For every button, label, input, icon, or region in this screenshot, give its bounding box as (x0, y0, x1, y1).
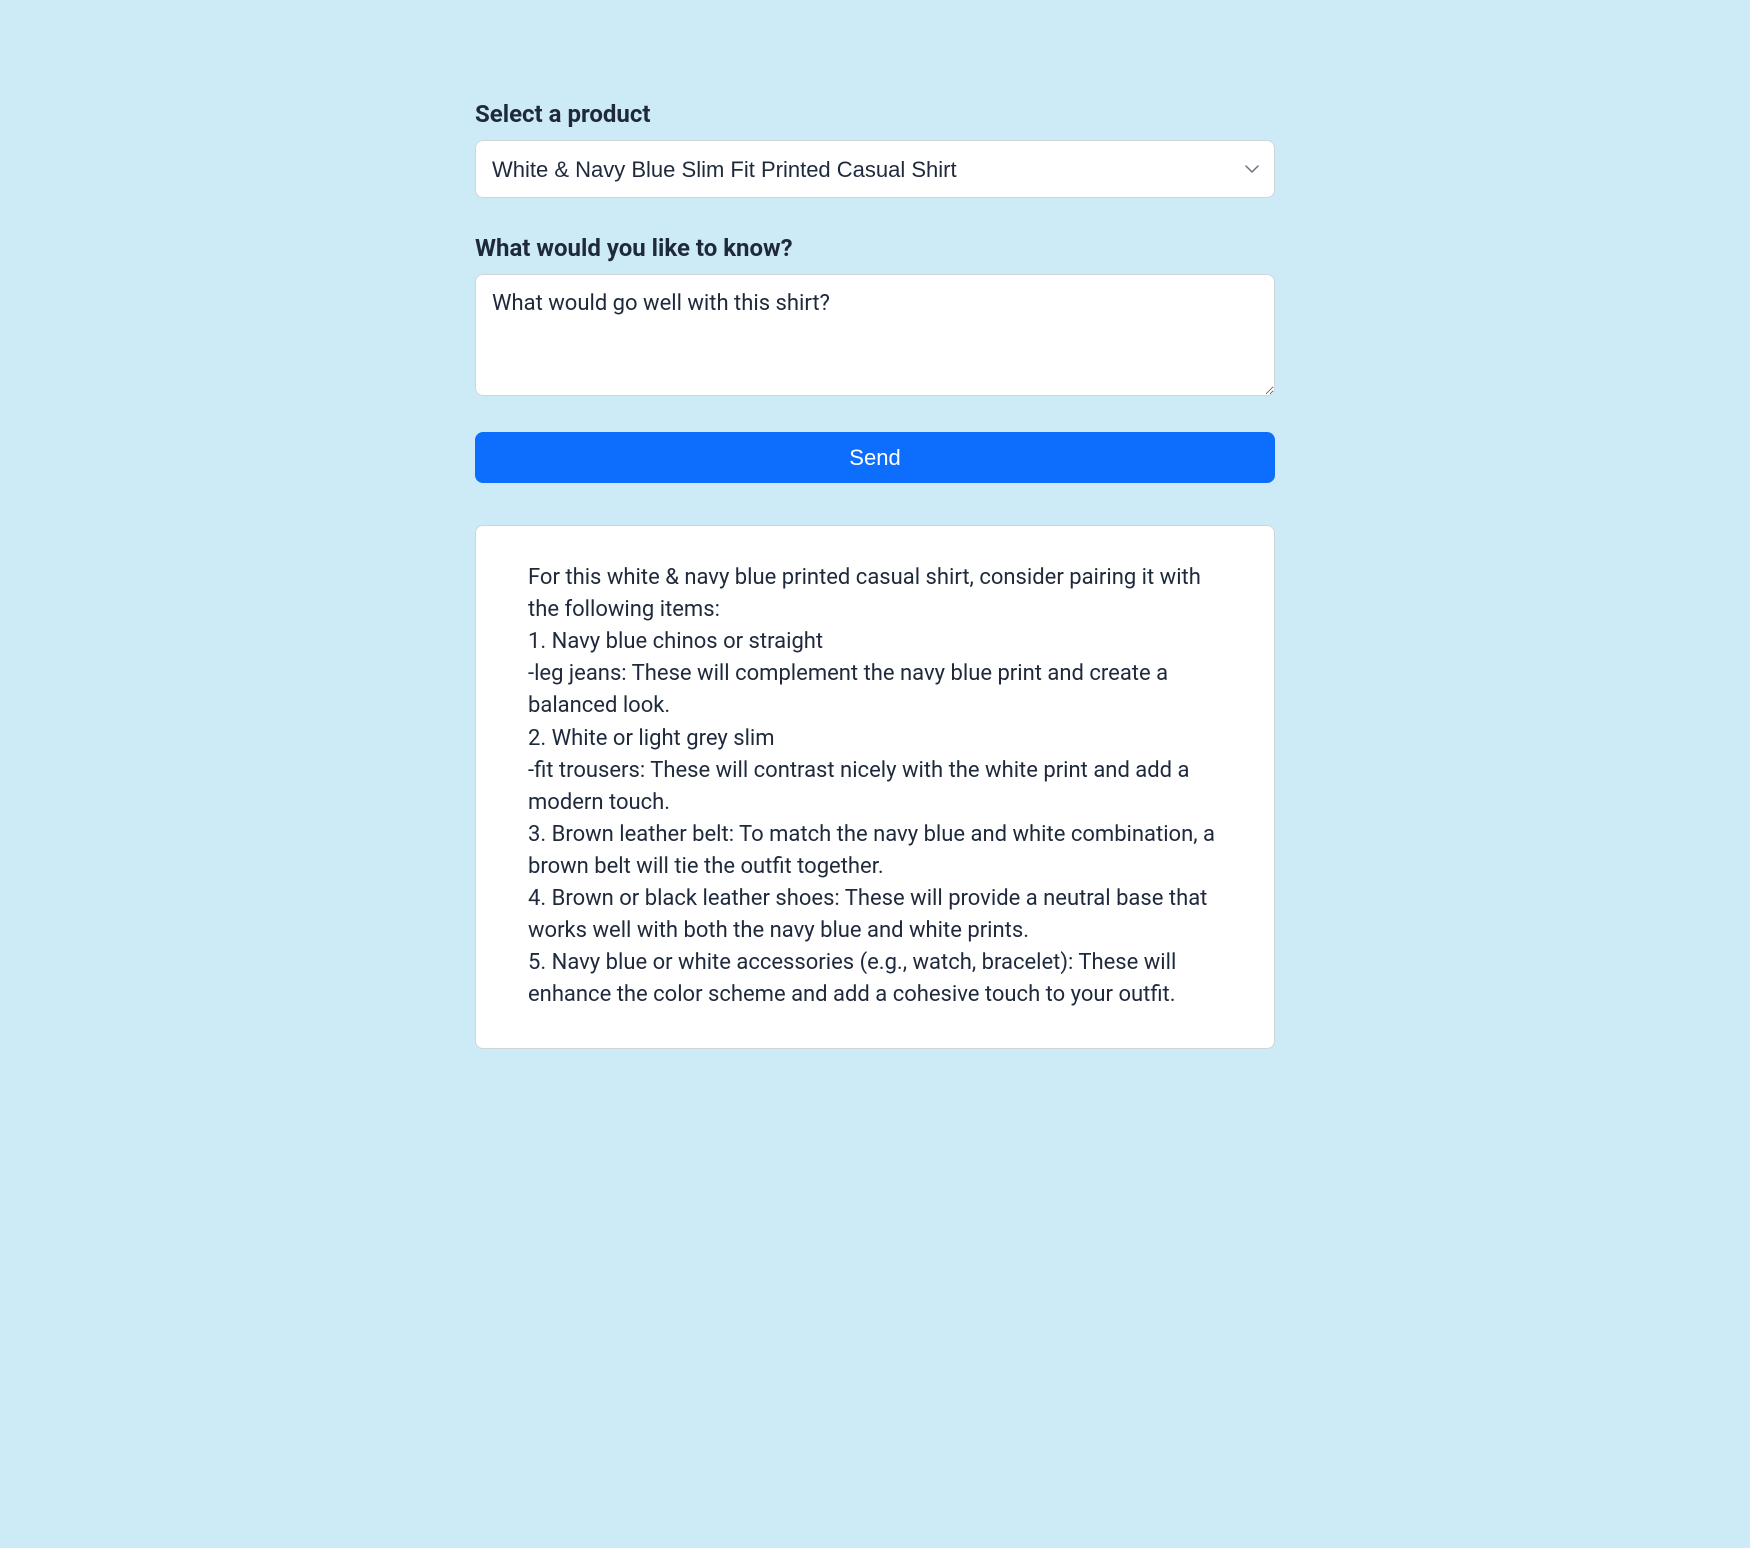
response-card: For this white & navy blue printed casua… (475, 525, 1275, 1049)
send-button[interactable]: Send (475, 432, 1275, 483)
product-select-wrapper: White & Navy Blue Slim Fit Printed Casua… (475, 140, 1275, 198)
question-label: What would you like to know? (475, 234, 1275, 262)
product-select[interactable]: White & Navy Blue Slim Fit Printed Casua… (475, 140, 1275, 198)
product-select-label: Select a product (475, 100, 1275, 128)
response-text: For this white & navy blue printed casua… (528, 562, 1222, 1012)
question-input[interactable] (475, 274, 1275, 396)
